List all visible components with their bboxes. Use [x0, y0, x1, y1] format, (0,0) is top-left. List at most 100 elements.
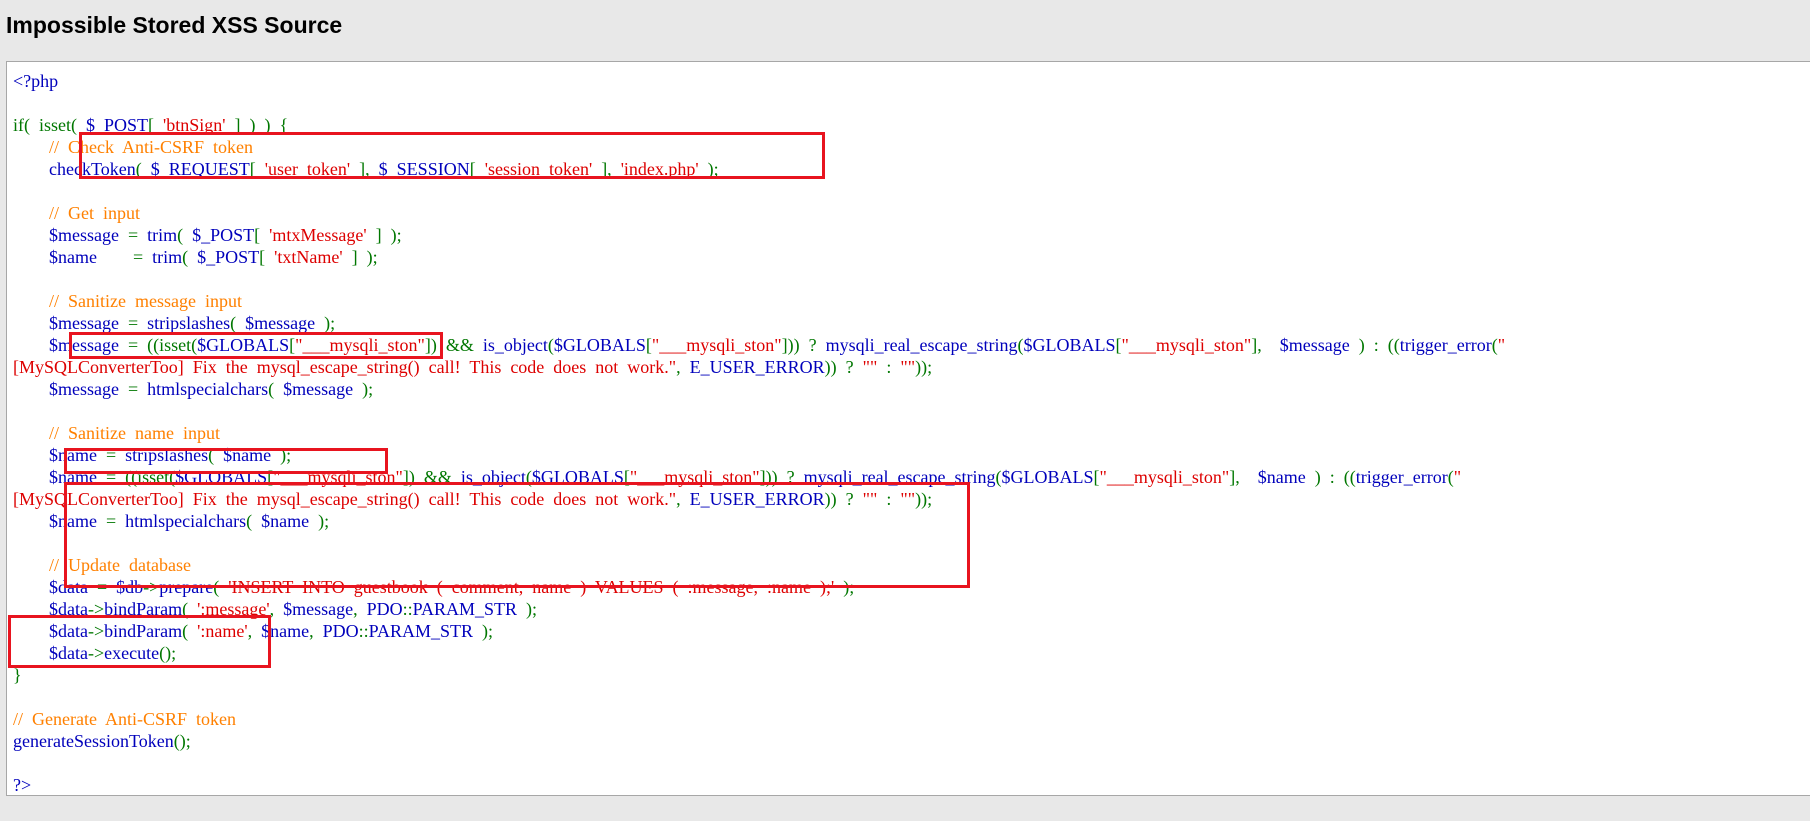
code-token-keyword: $data	[49, 599, 88, 619]
code-token-string: 'index.php'	[620, 159, 699, 179]
code-token-keyword: $_POST	[192, 225, 255, 245]
code-token-default	[13, 555, 49, 575]
code-token-default	[13, 225, 49, 245]
code-line: $message = ((isset($GLOBALS["___mysqli_s…	[13, 334, 1505, 356]
code-token-default	[13, 577, 49, 597]
code-token-default: );	[834, 577, 855, 597]
code-token-default: =	[87, 577, 117, 597]
code-token-default: ::	[402, 599, 413, 619]
code-token-default	[13, 467, 49, 487]
code-token-keyword: trigger_error	[1355, 467, 1448, 487]
code-line: ​	[13, 268, 1505, 290]
code-token-default	[13, 137, 49, 157]
code-token-comment: // Generate Anti-CSRF token	[13, 709, 236, 729]
code-token-string: 'txtName'	[274, 247, 343, 267]
code-token-keyword: is_object	[482, 335, 548, 355]
code-token-default: (	[177, 225, 193, 245]
code-token-default	[13, 203, 49, 223]
code-token-string: 'mtxMessage'	[269, 225, 367, 245]
code-line: $message = trim( $_POST[ 'mtxMessage' ] …	[13, 224, 1505, 246]
code-token-default: =	[96, 445, 126, 465]
code-token-keyword: $message	[49, 225, 119, 245]
code-token-keyword: $GLOBALS	[1001, 467, 1094, 487]
code-token-default: (	[246, 511, 262, 531]
code-token-keyword: $_REQUEST	[150, 159, 250, 179]
code-token-default: =	[96, 247, 153, 267]
code-line: // Sanitize message input	[13, 290, 1505, 312]
code-token-default: }	[13, 665, 22, 685]
code-line: $name = stripslashes( $name );	[13, 444, 1505, 466]
code-token-default: ->	[87, 643, 105, 663]
code-token-default: );	[353, 379, 374, 399]
code-token-default: ] ) ) {	[225, 115, 289, 135]
code-token-default: );	[309, 511, 330, 531]
code-token-keyword: $name	[49, 445, 97, 465]
code-token-default: ,	[247, 621, 262, 641]
code-token-keyword: $name	[49, 467, 97, 487]
code-token-default: ,	[353, 599, 367, 619]
code-token-comment: // Get input	[49, 203, 140, 223]
code-token-keyword: trim	[152, 247, 183, 267]
code-token-default: ) : ((	[1305, 467, 1356, 487]
code-line: $data->execute();	[13, 642, 1505, 664]
code-token-default: (	[182, 599, 198, 619]
code-token-default: )) ?	[824, 357, 863, 377]
code-token-default: (	[268, 379, 284, 399]
code-line: $message = stripslashes( $message );	[13, 312, 1505, 334]
code-token-default: ]) &&	[402, 467, 461, 487]
code-token-keyword: is_object	[460, 467, 526, 487]
code-token-keyword: checkToken	[49, 159, 136, 179]
code-token-string: 'btnSign'	[163, 115, 226, 135]
code-token-keyword: E_USER_ERROR	[689, 489, 825, 509]
code-token-string: [MySQLConverterToo] Fix the mysql_escape…	[13, 489, 677, 509]
code-token-default: ->	[143, 577, 160, 597]
code-token-string: ':name'	[197, 621, 248, 641]
code-token-string: 'INSERT INTO guestbook ( comment, name )…	[228, 577, 835, 597]
code-token-default: ();	[159, 643, 177, 663]
code-token-keyword: PDO	[322, 621, 359, 641]
code-token-keyword: $GLOBALS	[175, 467, 268, 487]
code-token-default: ::	[358, 621, 369, 641]
code-token-default: ,	[676, 357, 690, 377]
code-token-string: 'session_token'	[484, 159, 593, 179]
code-token-keyword: $name	[261, 621, 310, 641]
code-token-default: ));	[915, 489, 933, 509]
code-token-default: (	[213, 577, 229, 597]
code-token-default	[13, 247, 49, 267]
code-token-default: ();	[173, 731, 191, 751]
code-token-default	[13, 621, 49, 641]
code-token-keyword: $message	[49, 313, 119, 333]
code-token-default	[13, 511, 49, 531]
code-token-string: "	[1497, 335, 1506, 355]
code-token-keyword: generateSessionToken	[13, 731, 174, 751]
code-token-default: )) ?	[824, 489, 863, 509]
code-token-default: if( isset(	[13, 115, 86, 135]
code-token-keyword: PARAM_STR	[412, 599, 518, 619]
code-token-default: ,	[269, 599, 284, 619]
code-token-keyword: htmlspecialchars	[125, 511, 247, 531]
code-line: // Check Anti-CSRF token	[13, 136, 1505, 158]
page-title: Impossible Stored XSS Source	[6, 12, 343, 38]
code-token-keyword: trigger_error	[1399, 335, 1492, 355]
code-token-default: ] );	[342, 247, 378, 267]
code-token-default	[13, 291, 49, 311]
code-token-default: );	[315, 313, 336, 333]
code-token-keyword: $_POST	[85, 115, 148, 135]
code-token-keyword: $_POST	[197, 247, 260, 267]
code-token-default: ,	[676, 489, 690, 509]
code-token-string: 'user_token'	[264, 159, 351, 179]
code-line: ​	[13, 180, 1505, 202]
source-code-panel[interactable]: <?php​if( isset( $_POST[ 'btnSign' ] ) )…	[6, 61, 1810, 796]
code-token-default: ->	[87, 621, 105, 641]
code-token-html: ?>	[13, 775, 32, 795]
code-line: $data->bindParam( ':name', $name, PDO::P…	[13, 620, 1505, 642]
code-token-default: );	[517, 599, 538, 619]
code-token-default: (	[230, 313, 246, 333]
php-source-code: <?php​if( isset( $_POST[ 'btnSign' ] ) )…	[13, 70, 1505, 795]
code-token-comment: // Update database	[49, 555, 191, 575]
code-token-default: ) : ((	[1349, 335, 1400, 355]
code-token-keyword: prepare	[159, 577, 214, 597]
code-token-default: ] );	[366, 225, 402, 245]
code-token-default	[13, 423, 49, 443]
code-token-keyword: $message	[283, 599, 354, 619]
